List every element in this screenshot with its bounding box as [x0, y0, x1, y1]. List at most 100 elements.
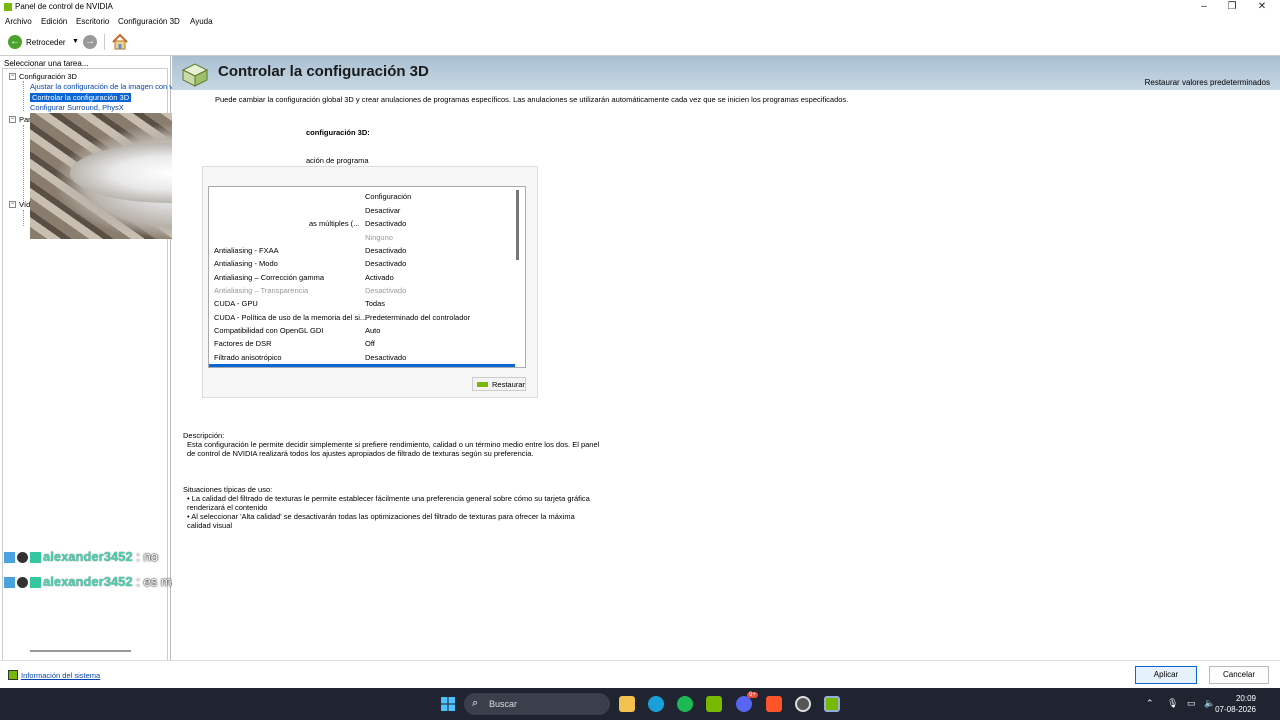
close-button[interactable]: ✕ [1256, 1, 1268, 12]
network-icon[interactable]: ▭ [1187, 698, 1196, 709]
clock-date: 07-08-2026 [1215, 705, 1256, 714]
file-explorer-icon[interactable] [619, 696, 635, 712]
menu-configuracion-3d[interactable]: Configuración 3D [118, 17, 180, 26]
collapse-icon[interactable]: − [9, 116, 16, 123]
menu-edicion[interactable]: Edición [41, 17, 67, 26]
taskbar-search-box[interactable]: ⌕ Buscar [464, 693, 610, 715]
settings-list: Configuración Desactivar as múltiples (.… [208, 186, 526, 368]
footer-bar: Información del sistema Aplicar Cancelar [0, 660, 1280, 688]
description-text: de control de NVIDIA realizará todos los… [187, 449, 534, 458]
chat-username: alexander3452 [43, 549, 133, 564]
title-bar: Panel de control de NVIDIA – ❐ ✕ [0, 0, 1280, 14]
restore-button[interactable]: Restaurar [472, 377, 526, 391]
main-content: Puede cambiar la configuración global 3D… [172, 90, 1280, 660]
chat-username: alexander3452 [43, 574, 133, 589]
setting-row[interactable]: Antialiasing – Corrección gamma Activado [209, 271, 515, 284]
volume-icon[interactable]: 🔈 [1204, 698, 1215, 709]
back-history-dropdown-icon[interactable]: ▼ [72, 38, 79, 45]
tree-item-surround-physx[interactable]: Configurar Surround, PhysX [30, 103, 124, 112]
setting-row[interactable]: Antialiasing - FXAA Desactivado [209, 244, 515, 257]
tab-program-settings[interactable]: ación de programa [306, 156, 369, 165]
toolbar-separator [104, 34, 105, 50]
toolbar: ← Retroceder ▼ → [0, 28, 1280, 56]
home-icon[interactable] [111, 33, 129, 51]
nvidia-taskbar-icon[interactable] [706, 696, 722, 712]
restore-defaults-link[interactable]: Restaurar valores predeterminados [1145, 78, 1270, 87]
tree-item-video[interactable]: Víd [19, 200, 30, 209]
column-header-setting: Configuración [365, 192, 412, 201]
setting-row-selected[interactable] [209, 364, 515, 367]
badge-icon [30, 552, 41, 564]
tree-item-configuracion-3d[interactable]: Configuración 3D [19, 72, 77, 81]
window-title: Panel de control de NVIDIA [15, 2, 113, 11]
search-icon: ⌕ [472, 697, 479, 709]
chat-message: alexander3452 : no [4, 549, 158, 564]
chat-text: : no [132, 549, 158, 564]
nvidia-control-panel-active-icon[interactable] [824, 696, 840, 712]
intro-text: Puede cambiar la configuración global 3D… [215, 95, 849, 104]
edge-browser-icon[interactable] [648, 696, 664, 712]
clock-time: 20:09 [1235, 694, 1256, 703]
settings-list-scrollbar[interactable] [516, 190, 519, 260]
setting-row[interactable]: Antialiasing - Modo Desactivado [209, 257, 515, 270]
menu-archivo[interactable]: Archivo [5, 17, 32, 26]
menu-ayuda[interactable]: Ayuda [190, 17, 213, 26]
menu-bar: Archivo Edición Escritorio Configuración… [0, 14, 1280, 28]
badge-icon [4, 552, 15, 564]
setting-row[interactable]: Factores de DSR Off [209, 337, 515, 350]
badge-icon [4, 577, 15, 589]
brave-browser-icon[interactable] [766, 696, 782, 712]
setting-row[interactable]: Desactivar [209, 204, 515, 217]
chat-message: alexander3452 : es malo [4, 574, 189, 589]
collapse-icon[interactable]: − [9, 201, 16, 208]
discord-icon[interactable] [736, 696, 752, 712]
forward-arrow-icon[interactable]: → [83, 35, 97, 49]
usage-label: Situaciones típicas de uso: [183, 485, 273, 494]
setting-row[interactable]: Ninguno [209, 231, 515, 244]
discord-notification-badge: 9+ [747, 692, 758, 698]
windows-start-icon[interactable] [440, 696, 456, 712]
cancel-button[interactable]: Cancelar [1209, 666, 1269, 684]
tree-connector [23, 125, 24, 205]
section-label: configuración 3D: [306, 128, 370, 137]
usage-text: • Al seleccionar 'Alta calidad' se desac… [187, 512, 575, 521]
tree-item-ajustar-imagen[interactable]: Ajustar la configuración de la imagen co… [30, 82, 173, 91]
tree-connector [23, 210, 24, 226]
maximize-button[interactable]: ❐ [1226, 1, 1238, 12]
badge-icon [30, 577, 41, 589]
setting-row[interactable]: Compatibilidad con OpenGL GDI Auto [209, 324, 515, 337]
3d-settings-icon [181, 63, 209, 87]
nvidia-icon [477, 382, 488, 387]
tree-connector [23, 81, 24, 111]
badge-icon [17, 552, 28, 564]
setting-row[interactable]: Filtrado anisotrópico Desactivado [209, 351, 515, 364]
description-label: Descripción: [183, 431, 225, 440]
page-banner: Controlar la configuración 3D Restaurar … [172, 56, 1280, 90]
obs-icon[interactable] [795, 696, 811, 712]
setting-row[interactable]: CUDA - Política de uso de la memoria del… [209, 311, 515, 324]
usage-text: • La calidad del filtrado de texturas le… [187, 494, 590, 503]
setting-row[interactable]: Antialiasing – Transparencia Desactivado [209, 284, 515, 297]
page-title: Controlar la configuración 3D [218, 63, 429, 80]
setting-row[interactable]: CUDA - GPU Todas [209, 297, 515, 310]
back-button[interactable]: Retroceder [26, 38, 66, 47]
setting-row[interactable]: as múltiples (... Desactivado [209, 217, 515, 230]
collapse-icon[interactable]: − [9, 73, 16, 80]
tree-item-pantalla[interactable]: Par [19, 115, 31, 124]
back-arrow-icon[interactable]: ← [8, 35, 22, 49]
task-panel-horizontal-scrollbar[interactable] [30, 650, 131, 652]
tray-overflow-icon[interactable]: ⌃ [1146, 698, 1154, 709]
taskbar-clock[interactable]: 20:09 07-08-2026 [1215, 693, 1256, 715]
task-panel-heading: Seleccionar una tarea... [4, 59, 89, 68]
search-placeholder: Buscar [489, 699, 518, 709]
tree-item-controlar-configuracion-3d[interactable]: Controlar la configuración 3D [30, 93, 132, 102]
description-text: Esta configuración le permite decidir si… [187, 440, 600, 449]
minimize-button[interactable]: – [1198, 1, 1210, 12]
system-info-link[interactable]: Información del sistema [21, 671, 100, 680]
spotify-icon[interactable] [677, 696, 693, 712]
badge-icon [17, 577, 28, 589]
microphone-icon[interactable]: 🎙 [1167, 698, 1178, 709]
settings-list-header: Configuración [209, 190, 515, 203]
apply-button[interactable]: Aplicar [1135, 666, 1197, 684]
menu-escritorio[interactable]: Escritorio [76, 17, 109, 26]
